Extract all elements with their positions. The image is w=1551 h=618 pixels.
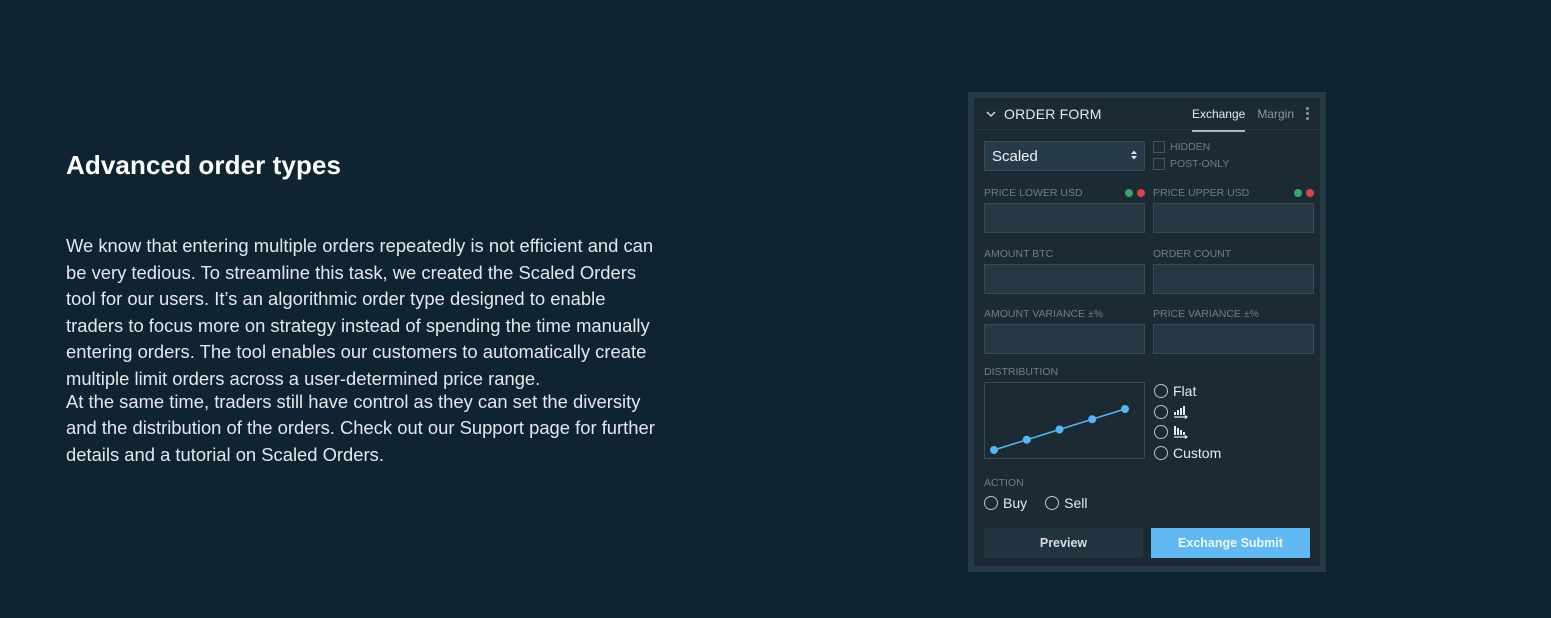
action-label: ACTION [984,477,1024,489]
order-form-title: ORDER FORM [1004,105,1102,122]
tab-margin[interactable]: Margin [1257,103,1294,125]
sell-label: Sell [1064,495,1088,512]
order-count-label: ORDER COUNT [1153,248,1232,260]
distribution-label: DISTRIBUTION [984,366,1059,378]
order-count-input[interactable] [1153,264,1314,294]
radio-button[interactable] [1154,425,1168,440]
price-upper-input[interactable] [1153,203,1314,233]
distribution-preview [984,382,1145,459]
order-form-header: ORDER FORM Exchange Margin [974,98,1320,132]
preview-button[interactable]: Preview [984,527,1143,558]
distribution-point [1088,415,1097,424]
amount-label: AMOUNT BTC [984,248,1054,260]
flat-label: Flat [1173,383,1197,400]
price-upper-label: PRICE UPPER USD [1153,187,1250,199]
distribution-point [990,446,998,454]
radio-button[interactable] [1045,496,1060,511]
green-status-dot-icon[interactable] [1294,189,1302,197]
action-option-buy[interactable]: Buy [984,493,1027,514]
radio-button[interactable] [984,496,998,511]
price-lower-label: PRICE LOWER USD [984,187,1083,199]
intro-section: Advanced order types We know that enteri… [66,150,666,468]
green-status-dot-icon[interactable] [1125,189,1133,197]
price-variance-input[interactable] [1153,324,1314,354]
more-options-icon[interactable] [1306,107,1310,120]
buy-label: Buy [1003,495,1028,512]
action-option-sell[interactable]: Sell [1045,493,1087,514]
distribution-point [1055,425,1064,434]
select-arrows-icon [1130,148,1138,165]
distribution-point [1121,405,1129,413]
exchange-submit-button[interactable]: Exchange Submit [1151,527,1310,558]
tab-exchange[interactable]: Exchange [1191,103,1246,132]
post-only-label: POST-ONLY [1170,157,1230,170]
order-type-select[interactable]: Scaled [984,141,1145,171]
chevron-down-icon[interactable] [986,109,996,119]
price-variance-label: PRICE VARIANCE ±% [1153,308,1259,320]
amount-variance-label: AMOUNT VARIANCE ±% [984,308,1104,320]
hidden-label: HIDDEN [1170,140,1211,153]
post-only-checkbox[interactable]: POST-ONLY [1153,155,1229,172]
custom-label: Custom [1173,444,1222,461]
red-status-dot-icon[interactable] [1306,189,1314,197]
amount-variance-input[interactable] [984,324,1145,354]
increasing-bars-icon [1173,405,1189,419]
order-form-panel: ORDER FORM Exchange Margin Scaled HIDDEN [974,98,1320,566]
distribution-option-decreasing[interactable] [1154,422,1221,443]
checkbox-box[interactable] [1153,157,1165,170]
section-heading: Advanced order types [66,150,342,180]
checkbox-box[interactable] [1153,140,1165,153]
hidden-checkbox[interactable]: HIDDEN [1153,138,1229,155]
decreasing-bars-icon [1173,425,1189,440]
order-form-frame: ORDER FORM Exchange Margin Scaled HIDDEN [968,92,1326,572]
distribution-option-flat[interactable]: Flat [1154,381,1221,402]
order-type-value: Scaled [992,147,1038,165]
distribution-point [1022,435,1031,444]
radio-button[interactable] [1154,384,1168,399]
distribution-option-increasing[interactable] [1154,402,1221,423]
radio-button[interactable] [1154,404,1168,419]
amount-input[interactable] [984,264,1145,294]
distribution-chart [990,405,1129,454]
radio-button[interactable] [1154,445,1168,460]
distribution-option-custom[interactable]: Custom [1154,443,1221,464]
red-status-dot-icon[interactable] [1137,189,1145,197]
intro-paragraph-2: At the same time, traders still have con… [66,390,655,465]
intro-paragraph-1: We know that entering multiple orders re… [66,235,654,389]
price-lower-input[interactable] [984,203,1145,233]
